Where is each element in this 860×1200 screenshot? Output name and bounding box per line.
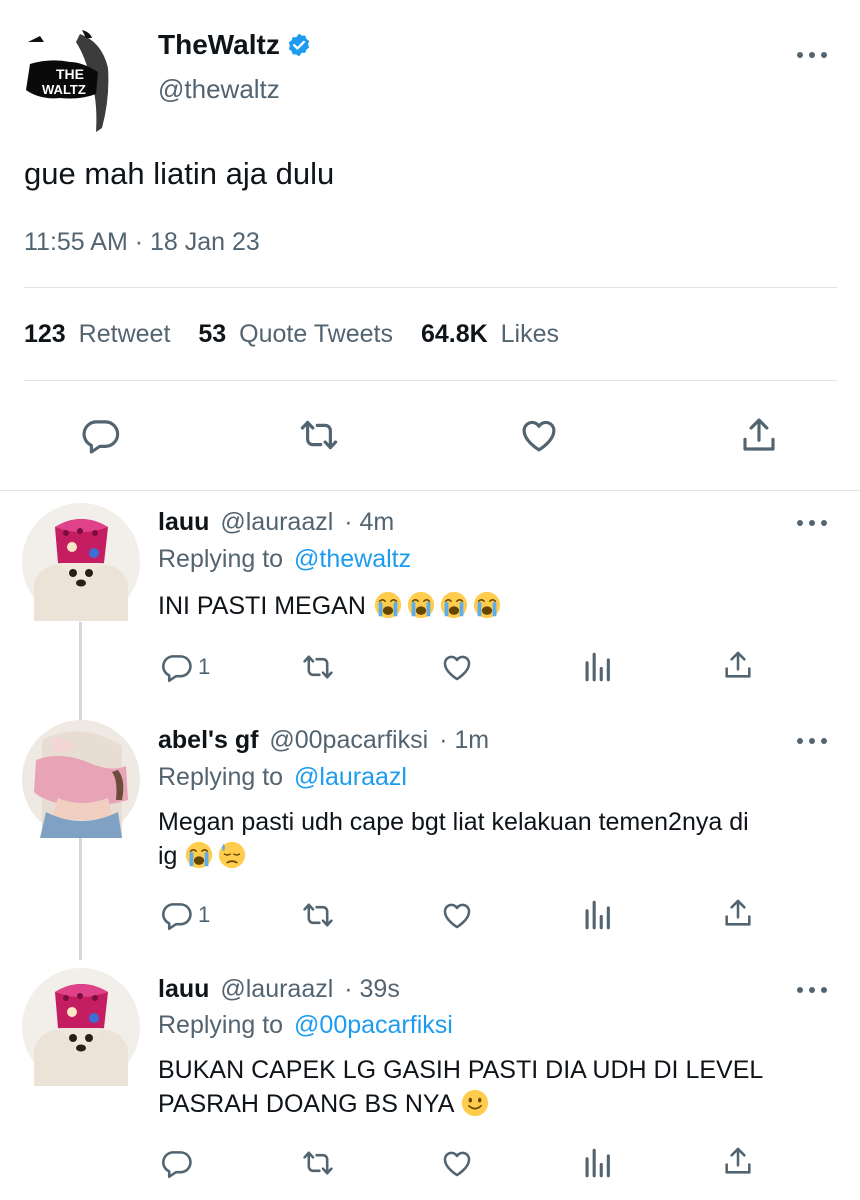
likes-count: 64.8K — [420, 320, 488, 348]
reply-like-button[interactable] — [440, 1146, 474, 1180]
like-button[interactable] — [518, 414, 560, 456]
logo-text-line1: THE — [56, 66, 84, 82]
verified-badge-icon — [286, 32, 312, 58]
quotes-stat[interactable]: 53 Quote Tweets — [198, 320, 393, 349]
reply-count: 1 — [198, 902, 211, 927]
reply-analytics-icon[interactable] — [580, 1146, 614, 1180]
replying-to-label: Replying to — [158, 763, 284, 791]
retweet-button[interactable] — [298, 414, 340, 456]
reply-text-line-2: PASRAH DOANG BS NYA — [158, 1090, 453, 1118]
reply-avatar[interactable] — [22, 503, 140, 621]
loudly-crying-face-icon — [184, 840, 214, 870]
reply-share-button[interactable] — [721, 1144, 755, 1178]
divider — [24, 380, 837, 381]
logo-text-line2: WALTZ — [42, 82, 86, 97]
reply-retweet-button[interactable] — [300, 650, 336, 684]
tweet-text: gue mah liatin aja dulu — [24, 156, 335, 191]
replying-to-label: Replying to — [158, 545, 284, 573]
retweets-count: 123 — [24, 320, 66, 348]
reply-like-button[interactable] — [440, 898, 474, 932]
loudly-crying-face-icon — [439, 590, 469, 620]
downcast-face-with-sweat-icon — [217, 840, 247, 870]
likes-label: Likes — [500, 320, 559, 348]
author-name[interactable]: TheWaltz — [158, 29, 280, 61]
reply-share-button[interactable] — [721, 896, 755, 930]
reply-more-icon[interactable] — [797, 985, 827, 995]
more-options-icon[interactable] — [797, 50, 827, 60]
reply-reply-button[interactable] — [160, 1146, 198, 1180]
reply-analytics-icon[interactable] — [580, 898, 614, 932]
retweets-stat[interactable]: 123 Retweet — [24, 320, 170, 349]
quotes-count: 53 — [198, 320, 227, 348]
reply-text-line-2: ig — [158, 842, 178, 870]
tweet-timestamp[interactable]: 11:55 AM · 18 Jan 23 — [24, 228, 260, 257]
reply-retweet-button[interactable] — [300, 898, 336, 932]
divider — [24, 287, 837, 288]
reply-reply-button[interactable]: 1 — [160, 898, 210, 932]
reply-text-line-1: BUKAN CAPEK LG GASIH PASTI DIA UDH DI LE… — [158, 1056, 764, 1084]
reply-more-icon[interactable] — [797, 736, 827, 746]
replying-to-handle[interactable]: @thewaltz — [294, 545, 411, 573]
loudly-crying-face-icon — [406, 590, 436, 620]
reply-retweet-button[interactable] — [300, 1146, 336, 1180]
retweets-label: Retweet — [78, 320, 171, 348]
replying-to-handle[interactable]: @lauraazl — [294, 763, 407, 791]
reply-author-name[interactable]: lauu — [158, 508, 209, 536]
reply-analytics-icon[interactable] — [580, 650, 614, 684]
loudly-crying-face-icon — [373, 590, 403, 620]
reply-author-handle[interactable]: @00pacarfiksi — [269, 726, 428, 754]
reply-author-name[interactable]: abel's gf — [158, 726, 258, 754]
reply-text: INI PASTI MEGAN — [158, 592, 366, 620]
reply-time[interactable]: · 4m — [344, 508, 394, 536]
author-avatar[interactable]: THE WALTZ — [20, 28, 120, 136]
replying-to-handle[interactable]: @00pacarfiksi — [294, 1011, 453, 1039]
slightly-smiling-face-icon — [460, 1088, 490, 1118]
reply-more-icon[interactable] — [797, 518, 827, 528]
tweet-stats: 123 Retweet 53 Quote Tweets 64.8K Likes — [24, 320, 559, 349]
reply-avatar[interactable] — [22, 720, 140, 838]
reply-share-button[interactable] — [721, 648, 755, 682]
quotes-label: Quote Tweets — [239, 320, 393, 348]
reply-time[interactable]: · 1m — [439, 726, 489, 754]
reply-author-handle[interactable]: @lauraazl — [220, 975, 333, 1003]
reply-count: 1 — [198, 654, 211, 679]
replying-to-label: Replying to — [158, 1011, 284, 1039]
reply-time[interactable]: · 39s — [344, 975, 400, 1003]
reply-author-handle[interactable]: @lauraazl — [220, 508, 333, 536]
reply-reply-button[interactable]: 1 — [160, 650, 210, 684]
loudly-crying-face-icon — [472, 590, 502, 620]
reply-author-name[interactable]: lauu — [158, 975, 209, 1003]
reply-text-line-1: Megan pasti udh cape bgt liat kelakuan t… — [158, 808, 749, 836]
section-divider — [0, 490, 860, 491]
likes-stat[interactable]: 64.8K Likes — [421, 320, 559, 349]
reply-avatar[interactable] — [22, 968, 140, 1086]
author-handle[interactable]: @thewaltz — [158, 74, 280, 105]
reply-button[interactable] — [80, 414, 122, 456]
reply-like-button[interactable] — [440, 650, 474, 684]
share-button[interactable] — [738, 414, 780, 456]
